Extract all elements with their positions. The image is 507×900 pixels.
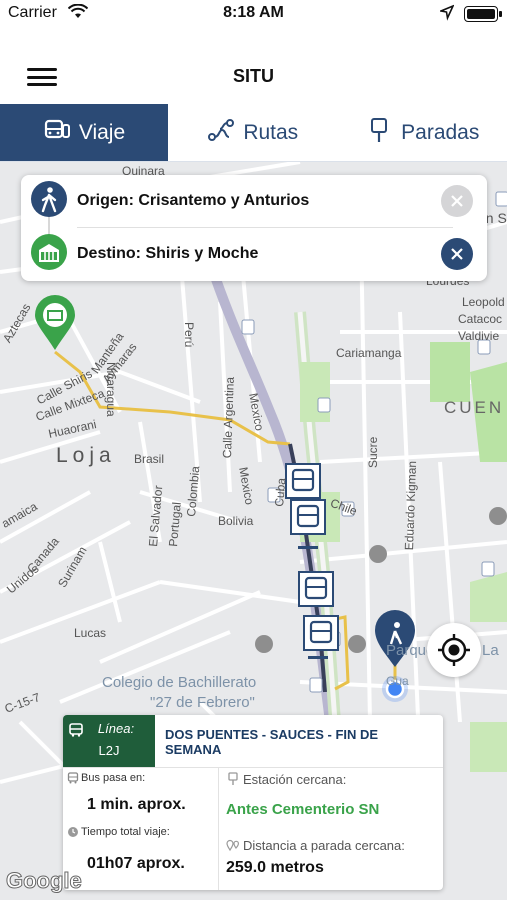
route-icon: [207, 117, 235, 149]
clock: 8:18 AM: [223, 4, 284, 21]
map-label: Calle Argentina: [220, 376, 237, 459]
map-label: Sucre: [366, 436, 380, 468]
map-label: Loja: [56, 444, 116, 467]
map-label: CUEN: [444, 398, 505, 417]
divider: [218, 767, 219, 890]
nearest-station-label: Estación cercana:: [243, 772, 347, 787]
map-label: Nicaragua: [104, 362, 118, 417]
line-value: L2J: [98, 743, 120, 758]
nav-bar: SITU: [0, 44, 507, 104]
bus-icon: [67, 772, 79, 784]
clear-origin-button[interactable]: [441, 185, 473, 217]
map-label: La: [482, 642, 499, 659]
tab-paradas[interactable]: Paradas: [338, 104, 507, 161]
distance-value: 259.0 metros: [226, 859, 324, 876]
tab-bar: Viaje Rutas Paradas: [0, 104, 507, 162]
tab-viaje[interactable]: Viaje: [0, 104, 168, 161]
google-logo: Google: [6, 868, 83, 894]
map-label: Bolivia: [218, 514, 254, 528]
tab-rutas[interactable]: Rutas: [168, 104, 338, 161]
destination-text: Destino: Shiris y Moche: [77, 245, 259, 262]
tab-rutas-label: Rutas: [243, 120, 299, 144]
tab-paradas-label: Paradas: [401, 120, 480, 144]
walker-icon: [31, 181, 67, 217]
bus-stop-icon: [228, 772, 238, 785]
origin-text: Origen: Crisantemo y Anturios: [77, 192, 310, 209]
map-label: Brasil: [134, 452, 165, 466]
origin-row[interactable]: Origen: Crisantemo y Anturios: [21, 175, 487, 228]
map-label: Lucas: [74, 626, 107, 640]
location-arrow-icon: [438, 3, 455, 26]
map-label: Perú: [182, 322, 196, 348]
bus-arrival-label: Bus pasa en:: [81, 772, 146, 784]
divider: [63, 767, 443, 768]
map-label: "27 de Febrero": [150, 694, 255, 711]
route-info-card[interactable]: Línea: L2J DOS PUENTES - SAUCES - FIN DE…: [63, 715, 443, 890]
total-time-value: 01h07 aprox.: [87, 855, 185, 872]
distance-pin-icon: [226, 839, 240, 852]
nearest-station-value: Antes Cementerio SN: [226, 801, 380, 818]
clear-destination-button[interactable]: [441, 238, 473, 270]
total-time-label: Tiempo total viaje:: [81, 826, 170, 838]
page-title: SITU: [232, 66, 274, 86]
my-location-button[interactable]: [427, 623, 481, 677]
trip-search-panel: Origen: Crisantemo y Anturios Destino: S…: [21, 175, 487, 281]
clock-icon: [68, 827, 78, 837]
bus-stop-icon: [365, 117, 393, 149]
close-icon: [451, 248, 463, 260]
map-label: Cariamanga: [336, 346, 402, 360]
line-label: Línea:: [97, 721, 135, 736]
map-label: Colegio de Bachillerato: [102, 674, 257, 691]
close-icon: [451, 195, 463, 207]
map-label: Gua: [386, 674, 409, 688]
destination-row[interactable]: Destino: Shiris y Moche: [21, 228, 487, 281]
crosshair-icon: [438, 634, 470, 666]
bus-arrival-value: 1 min. aprox.: [87, 796, 186, 813]
map-label: Catacoc: [458, 312, 503, 326]
tab-viaje-label: Viaje: [78, 120, 126, 144]
line-badge: Línea: L2J: [63, 715, 155, 767]
map-label: Valdivie: [458, 329, 500, 343]
distance-label: Distancia a parada cercana:: [243, 838, 405, 853]
map-label: Cuba: [272, 477, 289, 508]
battery-icon: [464, 6, 502, 22]
status-bar: Carrier 8:18 AM: [0, 0, 507, 28]
bus-icon: [43, 117, 71, 149]
destination-building-icon: [31, 234, 67, 270]
route-name: DOS PUENTES - SAUCES - FIN DE SEMANA: [165, 727, 379, 757]
map-label: Leopold: [462, 295, 505, 309]
